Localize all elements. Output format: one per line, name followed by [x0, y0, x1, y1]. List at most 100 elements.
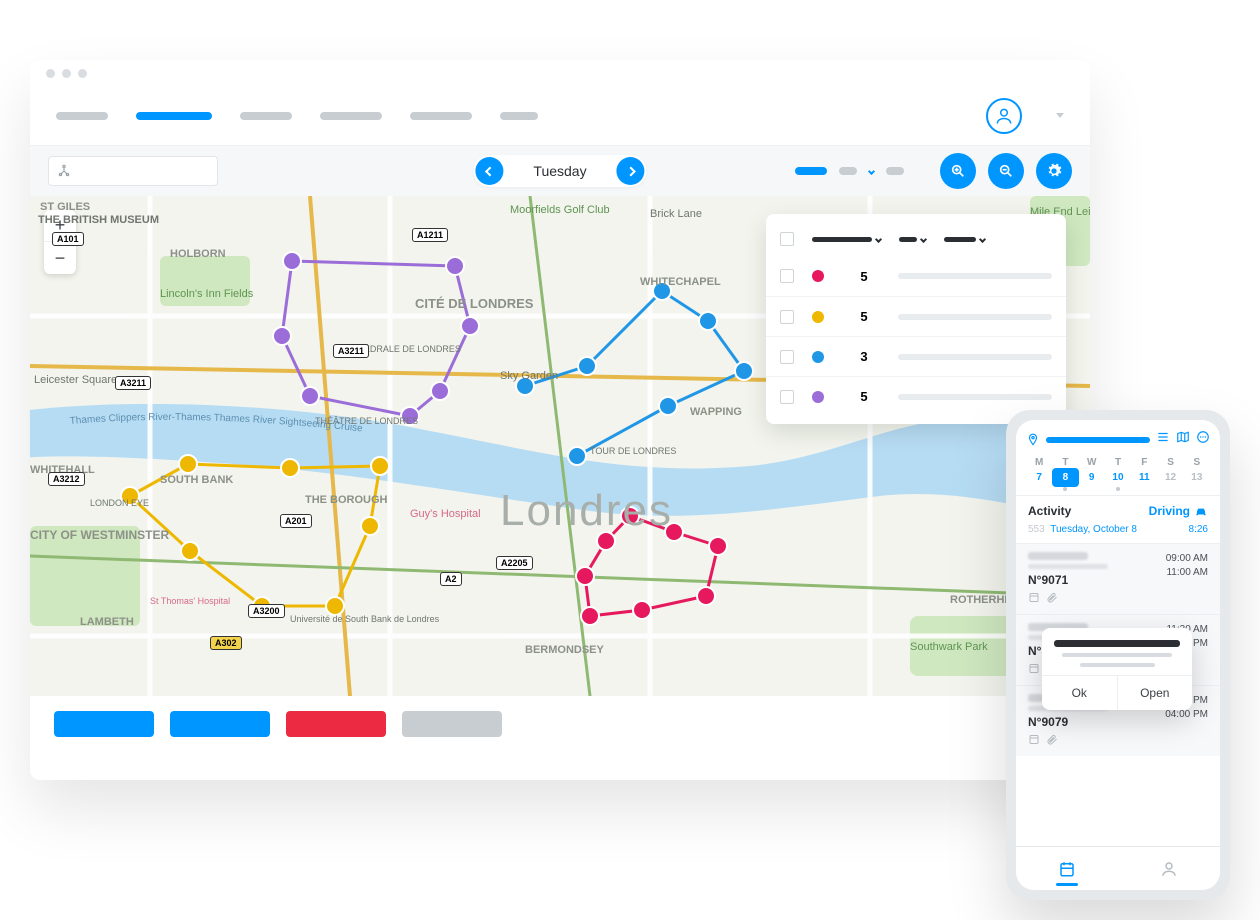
route-stop[interactable] [361, 517, 379, 535]
traffic-light-minimize[interactable] [62, 69, 71, 78]
popover-ok-button[interactable]: Ok [1042, 676, 1118, 710]
traffic-light-close[interactable] [46, 69, 55, 78]
action-popover: Ok Open [1042, 628, 1192, 710]
window-titlebar [30, 60, 1090, 86]
driving-mode-button[interactable]: Driving [1149, 504, 1208, 518]
calendar-day[interactable]: 9 [1079, 468, 1105, 487]
map-poi: CITÉ DE LONDRES [415, 296, 515, 311]
select-all-checkbox[interactable] [780, 232, 794, 246]
tab-profile[interactable] [1118, 847, 1220, 890]
route-stop[interactable] [709, 537, 727, 555]
view-option-3[interactable] [886, 167, 904, 175]
secondary-toolbar: Tuesday [30, 146, 1090, 196]
popover-open-button[interactable]: Open [1118, 676, 1193, 710]
footer-button-2[interactable] [170, 711, 270, 737]
map-poi: Southwark Park [910, 641, 988, 653]
route-stop[interactable] [576, 567, 594, 585]
map-poi: TOUR DE LONDRES [590, 446, 650, 456]
prev-day-button[interactable] [475, 157, 503, 185]
route-stop[interactable] [735, 362, 753, 380]
route-label-placeholder [898, 314, 1052, 320]
attachment-icon [1046, 733, 1058, 748]
route-checkbox[interactable] [780, 390, 794, 404]
route-stop[interactable] [326, 597, 344, 615]
map-view[interactable]: Thames Clippers River-Thames Thames Rive… [30, 196, 1090, 696]
route-count: 5 [850, 309, 878, 324]
route-stop[interactable] [568, 447, 586, 465]
route-checkbox[interactable] [780, 310, 794, 324]
footer-button-1[interactable] [54, 711, 154, 737]
phone-title-placeholder [1046, 437, 1150, 443]
route-stop[interactable] [371, 457, 389, 475]
route-stop[interactable] [697, 587, 715, 605]
route-row[interactable]: 5 [766, 376, 1066, 416]
map-zoom-out[interactable]: − [44, 242, 76, 274]
route-checkbox[interactable] [780, 269, 794, 283]
road-shield: A2 [440, 572, 462, 586]
route-stop[interactable] [273, 327, 291, 345]
route-row[interactable]: 5 [766, 256, 1066, 296]
route-stop[interactable] [578, 357, 596, 375]
chevron-down-icon[interactable] [1056, 113, 1064, 118]
route-stop[interactable] [301, 387, 319, 405]
next-day-button[interactable] [617, 157, 645, 185]
route-label-placeholder [898, 273, 1052, 279]
nav-item-4[interactable] [320, 112, 382, 120]
traffic-light-zoom[interactable] [78, 69, 87, 78]
nav-item-1[interactable] [56, 112, 108, 120]
view-option-1[interactable] [795, 167, 827, 175]
route-count: 5 [850, 269, 878, 284]
road-shield: A3212 [48, 472, 85, 486]
route-stop[interactable] [581, 607, 599, 625]
tab-schedule[interactable] [1016, 847, 1118, 890]
zoom-in-button[interactable] [940, 153, 976, 189]
route-stop[interactable] [659, 397, 677, 415]
calendar-day[interactable]: 12 [1157, 468, 1183, 487]
settings-button[interactable] [1036, 153, 1072, 189]
routes-panel: 5 5 3 5 [766, 214, 1066, 424]
route-stop[interactable] [633, 601, 651, 619]
road-shield: A302 [210, 636, 242, 650]
calendar-day[interactable]: 13 [1184, 468, 1210, 487]
route-stop[interactable] [461, 317, 479, 335]
pin-icon [1026, 433, 1040, 447]
map-poi: Lincoln's Inn Fields [160, 288, 253, 300]
nav-item-2[interactable] [136, 112, 212, 120]
search-input[interactable] [48, 156, 218, 186]
route-stop[interactable] [281, 459, 299, 477]
routes-panel-header [766, 222, 1066, 256]
map-poi: HOLBORN [170, 248, 226, 260]
calendar-day[interactable]: 11 [1131, 468, 1157, 487]
nav-item-3[interactable] [240, 112, 292, 120]
map-poi: Moorfields Golf Club [510, 204, 610, 216]
calendar-day[interactable]: 7 [1026, 468, 1052, 487]
map-poi: THE BRITISH MUSEUM [38, 214, 159, 226]
user-avatar-button[interactable] [986, 98, 1022, 134]
list-icon[interactable] [1156, 430, 1170, 449]
zoom-out-button[interactable] [988, 153, 1024, 189]
footer-button-3[interactable] [286, 711, 386, 737]
more-icon[interactable] [1196, 430, 1210, 449]
route-stop[interactable] [431, 382, 449, 400]
map-poi: ST GILES [40, 201, 90, 213]
chevron-down-icon[interactable] [868, 167, 875, 174]
nav-item-5[interactable] [410, 112, 472, 120]
map-poi: St Thomas' Hospital [150, 596, 220, 606]
route-row[interactable]: 3 [766, 336, 1066, 376]
view-option-2[interactable] [839, 167, 857, 175]
route-stop[interactable] [446, 257, 464, 275]
route-stop[interactable] [179, 455, 197, 473]
nav-item-6[interactable] [500, 112, 538, 120]
route-label-placeholder [898, 394, 1052, 400]
schedule-card[interactable]: N°9071 09:00 AM11:00 AM [1016, 543, 1220, 614]
map-icon[interactable] [1176, 430, 1190, 449]
calendar-day[interactable]: 8 [1052, 468, 1078, 487]
calendar-day[interactable]: 10 [1105, 468, 1131, 487]
route-checkbox[interactable] [780, 350, 794, 364]
route-stop[interactable] [699, 312, 717, 330]
route-row[interactable]: 5 [766, 296, 1066, 336]
footer-button-4[interactable] [402, 711, 502, 737]
top-nav [30, 86, 1090, 146]
route-stop[interactable] [181, 542, 199, 560]
route-stop[interactable] [283, 252, 301, 270]
